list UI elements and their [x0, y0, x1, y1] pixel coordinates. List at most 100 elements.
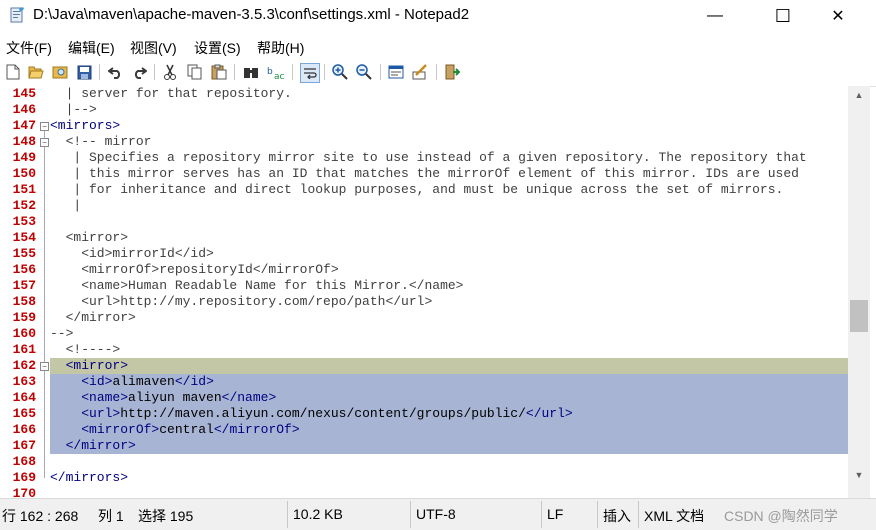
line-number: 152	[12, 198, 36, 213]
code-line[interactable]: <mirror>	[50, 230, 848, 246]
code-line[interactable]: <id>mirrorId</id>	[50, 246, 848, 262]
code-line[interactable]: | Specifies a repository mirror site to …	[50, 150, 848, 166]
code-line[interactable]: <mirror>	[50, 358, 848, 374]
fold-toggle-icon[interactable]: −	[40, 138, 49, 147]
line-number: 150	[12, 166, 36, 181]
line-number: 160	[12, 326, 36, 341]
code-line[interactable]: <!-- mirror	[50, 134, 848, 150]
menu-help[interactable]: 帮助(H)	[257, 38, 304, 58]
status-separator	[541, 501, 542, 528]
code-line[interactable]: |-->	[50, 102, 848, 118]
svg-text:ac: ac	[274, 72, 285, 80]
fold-margin[interactable]: − − −	[36, 86, 50, 498]
code-line[interactable]: <!---->	[50, 342, 848, 358]
menu-file[interactable]: 文件(F)	[6, 38, 52, 58]
menu-edit[interactable]: 编辑(E)	[68, 38, 115, 58]
line-number: 168	[12, 454, 36, 469]
status-position: 行 162 : 268	[2, 508, 79, 524]
code-line[interactable]: <id>alimaven</id>	[50, 374, 848, 390]
menu-settings[interactable]: 设置(S)	[194, 38, 241, 58]
line-number: 166	[12, 422, 36, 437]
code-area[interactable]: | server for that repository. |--> <mirro…	[50, 86, 848, 498]
new-file-icon[interactable]	[4, 63, 22, 81]
code-line[interactable]: </mirror>	[50, 310, 848, 326]
replace-icon[interactable]: b ac	[267, 63, 285, 81]
code-line[interactable]: <mirrorOf>central</mirrorOf>	[50, 422, 848, 438]
line-number: 159	[12, 310, 36, 325]
toolbar-separator	[324, 64, 325, 80]
menu-bar: 文件(F) 编辑(E) 视图(V) 设置(S) 帮助(H)	[0, 34, 876, 58]
redo-icon[interactable]	[130, 63, 148, 81]
code-line[interactable]	[50, 486, 848, 498]
scroll-down-arrow-icon[interactable]: ▼	[848, 466, 870, 484]
status-bar: 行 162 : 268 列 1 选择 195 10.2 KB UTF-8 LF …	[0, 498, 876, 530]
code-line[interactable]: -->	[50, 326, 848, 342]
line-number: 155	[12, 246, 36, 261]
save-icon[interactable]	[75, 63, 93, 81]
toolbar-separator	[380, 64, 381, 80]
close-button[interactable]: ✕	[815, 0, 861, 32]
code-line[interactable]: <name>aliyun maven</name>	[50, 390, 848, 406]
fold-toggle-icon[interactable]: −	[40, 122, 49, 131]
line-number: 170	[12, 486, 36, 498]
maximize-button[interactable]: ☐	[760, 0, 806, 32]
cut-icon[interactable]	[161, 63, 179, 81]
line-number: 151	[12, 182, 36, 197]
line-number: 167	[12, 438, 36, 453]
browse-icon[interactable]	[51, 63, 69, 81]
line-number: 147	[12, 118, 36, 133]
svg-text:b: b	[267, 67, 273, 77]
line-number: 163	[12, 374, 36, 389]
status-separator	[597, 501, 598, 528]
line-number: 157	[12, 278, 36, 293]
status-column: 列 1	[98, 508, 124, 524]
code-line[interactable]: <url>http://maven.aliyun.com/nexus/conte…	[50, 406, 848, 422]
status-scheme[interactable]: XML 文档	[644, 506, 704, 526]
find-icon[interactable]	[242, 63, 260, 81]
code-line[interactable]: | this mirror serves has an ID that matc…	[50, 166, 848, 182]
line-number: 149	[12, 150, 36, 165]
menu-view[interactable]: 视图(V)	[130, 38, 177, 58]
code-line[interactable]: <mirrorOf>repositoryId</mirrorOf>	[50, 262, 848, 278]
status-insert-mode[interactable]: 插入	[603, 506, 631, 526]
undo-icon[interactable]	[106, 63, 124, 81]
paste-icon[interactable]	[210, 63, 228, 81]
code-line[interactable]: | server for that repository.	[50, 86, 848, 102]
code-line[interactable]: | for inheritance and direct lookup purp…	[50, 182, 848, 198]
status-line-ending[interactable]: LF	[547, 506, 563, 522]
zoom-out-icon[interactable]	[355, 63, 373, 81]
code-line[interactable]	[50, 214, 848, 230]
text-editor[interactable]: 145 146 147 148 149 150 151 152 153 154 155 156 157 1…	[0, 86, 848, 498]
fold-toggle-icon[interactable]: −	[40, 362, 49, 371]
scrollbar-thumb[interactable]	[850, 300, 868, 332]
exit-icon[interactable]	[443, 63, 461, 81]
title-bar[interactable]: D:\Java\maven\apache-maven-3.5.3\conf\se…	[0, 0, 876, 32]
line-number: 145	[12, 86, 36, 101]
code-line[interactable]: <url>http://my.repository.com/repo/path<…	[50, 294, 848, 310]
status-encoding[interactable]: UTF-8	[416, 506, 456, 522]
toolbar-separator	[154, 64, 155, 80]
toolbar: b ac	[0, 58, 876, 87]
toolbar-separator	[292, 64, 293, 80]
open-file-icon[interactable]	[27, 63, 45, 81]
line-number: 169	[12, 470, 36, 485]
word-wrap-icon[interactable]	[300, 63, 320, 83]
code-line[interactable]: <mirrors>	[50, 118, 848, 134]
notepad2-app-icon	[10, 7, 24, 23]
toolbar-separator	[234, 64, 235, 80]
window-title: D:\Java\maven\apache-maven-3.5.3\conf\se…	[33, 6, 470, 23]
scroll-up-arrow-icon[interactable]: ▲	[848, 86, 870, 104]
code-line[interactable]: |	[50, 198, 848, 214]
code-line[interactable]	[50, 454, 848, 470]
toolbar-separator	[99, 64, 100, 80]
zoom-in-icon[interactable]	[331, 63, 349, 81]
minimize-button[interactable]: —	[692, 0, 738, 32]
copy-icon[interactable]	[186, 63, 204, 81]
code-line[interactable]: <name>Human Readable Name for this Mirro…	[50, 278, 848, 294]
code-line[interactable]: </mirrors>	[50, 470, 848, 486]
vertical-scrollbar[interactable]: ▲ ▼	[848, 86, 870, 498]
select-scheme-icon[interactable]	[387, 63, 405, 81]
code-line[interactable]: </mirror>	[50, 438, 848, 454]
maximize-icon: ☐	[774, 5, 792, 26]
customize-scheme-icon[interactable]	[411, 63, 429, 81]
